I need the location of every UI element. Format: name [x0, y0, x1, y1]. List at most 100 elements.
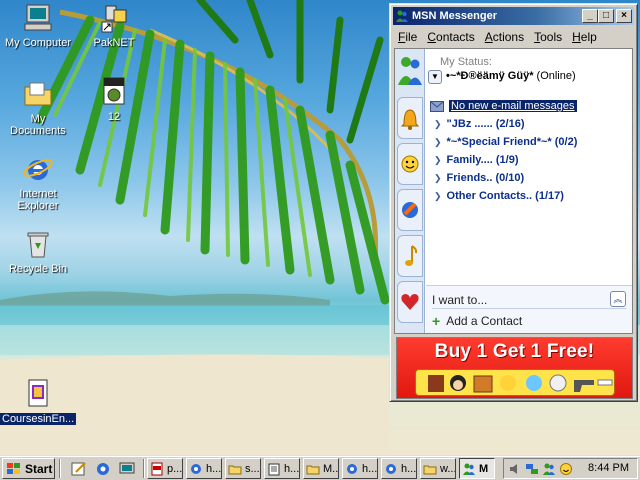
close-button[interactable]: × [616, 9, 632, 23]
minimize-button[interactable]: _ [582, 9, 598, 23]
i-want-to-label: I want to... [432, 293, 488, 307]
ad-emoticon-strip [415, 369, 615, 396]
desktop-icon-internet-explorer[interactable]: Internet Explorer [0, 153, 76, 212]
tab-alerts[interactable] [397, 97, 423, 139]
document-icon [28, 379, 48, 407]
email-notice-row[interactable]: No new e-mail messages [426, 97, 632, 115]
chevron-down-icon: ▼ [431, 72, 439, 81]
taskbar-button-ie-2[interactable]: h... [342, 458, 378, 479]
email-notice-link[interactable]: No new e-mail messages [449, 100, 577, 112]
emoticons-icon [428, 374, 613, 393]
taskbar-button-folder-3[interactable]: w... [420, 458, 456, 479]
desktop-icon-my-documents[interactable]: My Documents [0, 78, 76, 137]
desktop-icon-label: 12 [107, 111, 121, 123]
msn-icon [463, 463, 475, 475]
internet-explorer-icon [97, 463, 109, 475]
add-contact-button[interactable]: + Add a Contact [432, 314, 522, 328]
status-label: My Status: [440, 56, 492, 68]
notepad-icon [268, 463, 280, 475]
taskbar-button-label: M [479, 462, 489, 475]
contact-list: No new e-mail messages ❯ "JBz ...... (2/… [426, 97, 632, 282]
contact-group-label: *~*Special Friend*~* (0/2) [446, 136, 578, 148]
taskbar-button-label: w... [440, 462, 456, 475]
taskbar-button-notepad[interactable]: h... [264, 458, 300, 479]
taskbar-button-folder-2[interactable]: M... [303, 458, 339, 479]
menu-actions[interactable]: Actions [480, 30, 529, 44]
msn-butterfly-icon [402, 202, 418, 218]
folder-icon [423, 465, 437, 474]
taskbar-button-ie-1[interactable]: h... [186, 458, 222, 479]
tab-contacts[interactable] [397, 143, 423, 185]
contact-group-other-contacts[interactable]: ❯ Other Contacts.. (1/17) [426, 187, 632, 205]
msn-messenger-window: MSN Messenger _ □ × File Contacts Action… [389, 3, 638, 402]
start-button[interactable]: Start [2, 458, 55, 479]
show-desktop-icon [119, 462, 135, 474]
music-note-icon [405, 245, 418, 266]
heart-icon [401, 294, 419, 310]
clock[interactable]: 8:44 PM [588, 462, 629, 474]
start-label: Start [25, 461, 53, 476]
internet-explorer-icon [23, 159, 53, 180]
menu-contacts[interactable]: Contacts [422, 30, 479, 44]
menu-tools[interactable]: Tools [529, 30, 567, 44]
desktop-icon-paknet[interactable]: PakNET [76, 2, 152, 49]
pdf-icon [151, 462, 163, 475]
title-bar[interactable]: MSN Messenger _ □ × [393, 7, 634, 25]
status-dropdown-button[interactable]: ▼ [428, 70, 442, 84]
contact-group-family[interactable]: ❯ Family.... (1/9) [426, 151, 632, 169]
desktop-icon-label: Recycle Bin [8, 263, 68, 275]
advertisement-banner[interactable]: Buy 1 Get 1 Free! [396, 337, 633, 399]
messenger-panel: My Status: ▼ •~*Ð®ëämÿ Güÿ* (Online) No … [394, 48, 633, 334]
recycle-bin-icon [27, 232, 49, 258]
taskbar-button-label: h... [284, 462, 300, 475]
quicklaunch-ie[interactable] [94, 460, 112, 477]
menu-file[interactable]: File [393, 30, 422, 44]
ad-headline: Buy 1 Get 1 Free! [434, 341, 595, 362]
my-computer-icon [24, 4, 52, 31]
taskbar-button-label: p... [167, 462, 183, 475]
taskbar-button-ie-3[interactable]: h... [381, 458, 417, 479]
maximize-button[interactable]: □ [598, 9, 614, 23]
contact-group-label: Family.... (1/9) [446, 154, 519, 166]
contact-group-friends[interactable]: ❯ Friends.. (0/10) [426, 169, 632, 187]
side-tabs [395, 49, 425, 333]
desktop-icon-my-computer[interactable]: My Computer [0, 2, 76, 49]
volume-icon[interactable] [508, 462, 522, 476]
smiley-tray-icon[interactable] [559, 462, 573, 476]
taskbar-button-label: s... [245, 462, 260, 475]
contact-group-jbz[interactable]: ❯ "JBz ...... (2/16) [426, 115, 632, 133]
contact-group-special-friend[interactable]: ❯ *~*Special Friend*~* (0/2) [426, 133, 632, 151]
status-display[interactable]: •~*Ð®ëämÿ Güÿ* (Online) [446, 70, 576, 82]
envelope-icon [430, 100, 444, 112]
tab-music[interactable] [397, 235, 423, 277]
taskbar-button-folder-1[interactable]: s... [225, 458, 261, 479]
system-tray: 8:44 PM [503, 458, 638, 479]
chevron-down-icon: ❯ [434, 136, 442, 147]
pencil-icon [71, 462, 86, 476]
chevron-down-icon: ❯ [434, 154, 442, 165]
network-icon[interactable] [525, 462, 539, 476]
desktop-icon-12[interactable]: 12 [76, 76, 152, 123]
quicklaunch-edit[interactable] [70, 460, 88, 477]
msn-tray-icon[interactable] [542, 462, 556, 476]
folder-icon [306, 465, 320, 474]
windows-logo-icon [7, 462, 20, 474]
menu-help[interactable]: Help [567, 30, 602, 44]
desktop-icon-label: PakNET [93, 37, 135, 49]
plus-icon: + [432, 313, 441, 329]
collapse-button[interactable]: ︽ [610, 291, 626, 307]
menu-bar: File Contacts Actions Tools Help [393, 27, 634, 46]
quicklaunch-desktop[interactable] [118, 460, 136, 477]
contact-group-label: Friends.. (0/10) [446, 172, 525, 184]
chevron-down-icon: ❯ [434, 118, 442, 129]
taskbar-button-label: h... [401, 462, 417, 475]
tab-dating[interactable] [397, 281, 423, 323]
taskbar-button-msn[interactable]: M [459, 458, 495, 479]
tab-msn-today[interactable] [397, 189, 423, 231]
desktop-icon-courses[interactable]: CoursesinEn... [0, 378, 77, 425]
add-contact-label: Add a Contact [446, 314, 523, 328]
bell-icon [400, 109, 420, 130]
taskbar-button-pdf[interactable]: p... [147, 458, 183, 479]
status-area: My Status: ▼ •~*Ð®ëämÿ Güÿ* (Online) [426, 49, 632, 95]
desktop-icon-recycle-bin[interactable]: Recycle Bin [0, 228, 76, 275]
